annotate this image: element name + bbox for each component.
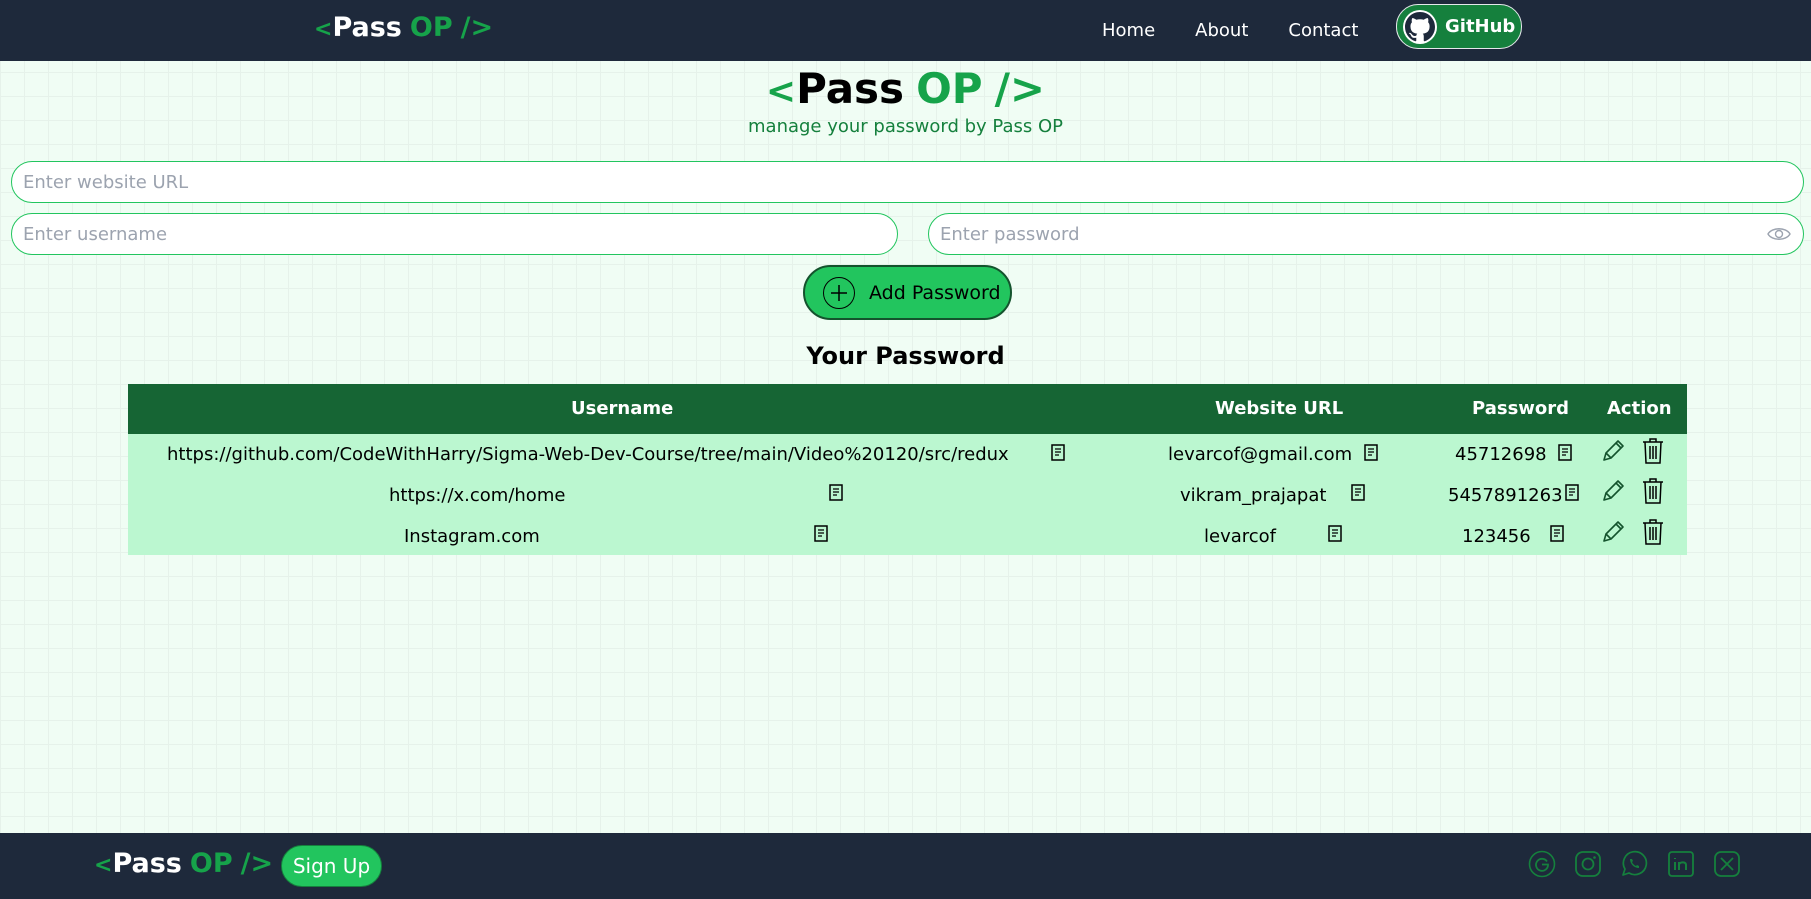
copy-icon[interactable]	[1351, 484, 1365, 501]
username-cell: levarcof	[1204, 526, 1277, 547]
username-cell: vikram_prajapat	[1180, 485, 1327, 506]
logo-op-text: OP	[189, 848, 233, 879]
copy-icon[interactable]	[829, 484, 843, 501]
nav-links: Home About Contact	[1102, 0, 1358, 61]
logo-close-bracket: />	[994, 64, 1046, 113]
delete-icon[interactable]	[1642, 437, 1664, 465]
header-username: Username	[571, 398, 674, 419]
password-cell: 123456	[1462, 526, 1531, 547]
github-icon	[1403, 9, 1437, 44]
logo-open-bracket: <	[94, 853, 113, 878]
password-cell: 45712698	[1455, 444, 1547, 465]
edit-icon[interactable]	[1600, 478, 1626, 504]
header-action: Action	[1607, 398, 1672, 419]
subtitle: manage your password by Pass OP	[748, 116, 1063, 137]
logo-pass-text: Pass	[332, 12, 402, 43]
sign-up-button[interactable]: Sign Up	[281, 845, 382, 887]
copy-icon[interactable]	[1051, 444, 1065, 461]
plus-icon	[823, 276, 855, 309]
github-button[interactable]: GitHub	[1396, 4, 1522, 49]
logo-op-text: OP	[916, 64, 983, 113]
edit-icon[interactable]	[1600, 519, 1626, 545]
delete-icon[interactable]	[1642, 518, 1664, 546]
x-icon[interactable]	[1713, 850, 1741, 878]
nav-link-contact[interactable]: Contact	[1288, 20, 1358, 41]
copy-icon[interactable]	[1558, 444, 1572, 461]
header-password: Password	[1472, 398, 1570, 419]
header-website-url: Website URL	[1215, 398, 1344, 419]
password-cell: 5457891263	[1448, 485, 1563, 506]
copy-icon[interactable]	[814, 525, 828, 542]
google-icon[interactable]	[1528, 850, 1556, 878]
eye-icon[interactable]	[1767, 225, 1791, 243]
edit-icon[interactable]	[1600, 438, 1626, 464]
add-password-label: Add Password	[869, 281, 1001, 304]
password-input[interactable]	[940, 223, 1803, 245]
nav-logo[interactable]: < Pass OP />	[314, 12, 493, 43]
password-field[interactable]	[928, 213, 1804, 255]
logo-close-bracket: />	[460, 12, 494, 43]
whatsapp-icon[interactable]	[1620, 850, 1648, 878]
site-cell: Instagram.com	[404, 526, 540, 547]
github-label: GitHub	[1445, 16, 1516, 37]
page-title: < Pass OP />	[0, 64, 1811, 113]
section-title: Your Password	[806, 342, 1005, 370]
username-field[interactable]	[11, 213, 898, 255]
copy-icon[interactable]	[1565, 484, 1579, 501]
footer-logo[interactable]: < Pass OP />	[94, 848, 273, 879]
footer: < Pass OP /> Sign Up	[0, 833, 1811, 899]
site-cell: https://github.com/CodeWithHarry/Sigma-W…	[167, 444, 1009, 465]
website-url-input[interactable]	[23, 171, 1803, 193]
username-input[interactable]	[23, 223, 897, 245]
add-password-button[interactable]: Add Password	[803, 265, 1012, 320]
website-url-field[interactable]	[11, 161, 1804, 203]
logo-pass-text: Pass	[796, 64, 905, 113]
logo-close-bracket: />	[240, 848, 274, 879]
copy-icon[interactable]	[1550, 525, 1564, 542]
table-header: Username Website URL Password Action	[128, 384, 1687, 434]
logo-open-bracket: <	[314, 17, 333, 42]
logo-open-bracket: <	[765, 71, 797, 112]
logo-op-text: OP	[409, 12, 453, 43]
username-cell: levarcof@gmail.com	[1168, 444, 1353, 465]
site-cell: https://x.com/home	[389, 485, 566, 506]
navbar: < Pass OP /> Home About Contact GitHub	[0, 0, 1811, 61]
logo-pass-text: Pass	[112, 848, 182, 879]
copy-icon[interactable]	[1364, 444, 1378, 461]
password-table: Username Website URL Password Action htt…	[128, 384, 1687, 555]
linkedin-icon[interactable]	[1667, 850, 1695, 878]
delete-icon[interactable]	[1642, 477, 1664, 505]
copy-icon[interactable]	[1328, 525, 1342, 542]
table-body: https://github.com/CodeWithHarry/Sigma-W…	[128, 434, 1687, 555]
instagram-icon[interactable]	[1574, 850, 1602, 878]
nav-link-about[interactable]: About	[1195, 20, 1248, 41]
nav-link-home[interactable]: Home	[1102, 20, 1155, 41]
